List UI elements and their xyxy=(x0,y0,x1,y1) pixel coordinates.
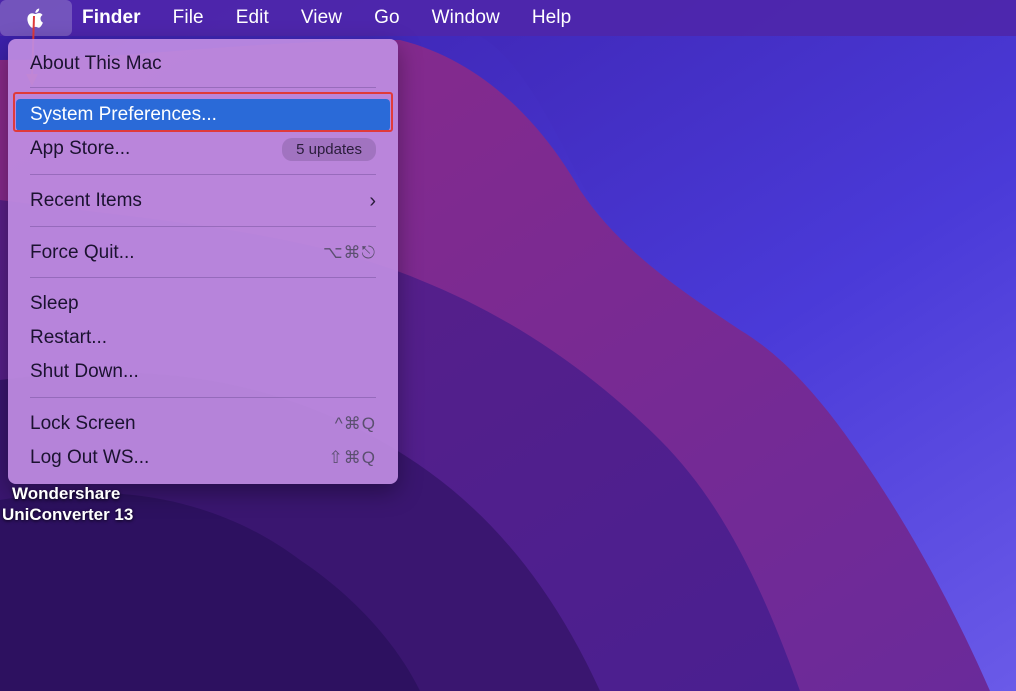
lock-screen-shortcut: ^⌘Q xyxy=(334,414,376,433)
menu-item-label: Shut Down... xyxy=(30,361,139,382)
menu-item-force-quit[interactable]: Force Quit... ⌥⌘⎋ xyxy=(16,237,390,269)
menu-separator xyxy=(30,397,376,398)
menubar-go[interactable]: Go xyxy=(358,0,416,36)
menu-item-app-store[interactable]: App Store... 5 updates xyxy=(16,133,390,165)
menu-item-label: About This Mac xyxy=(30,53,162,74)
apple-dropdown-menu: About This Mac System Preferences... App… xyxy=(8,39,398,484)
menu-separator xyxy=(30,226,376,227)
menubar-edit[interactable]: Edit xyxy=(220,0,285,36)
log-out-shortcut: ⇧⌘Q xyxy=(328,448,376,467)
desktop-icon-label-line2: UniConverter 13 xyxy=(2,505,134,524)
desktop-icon-uniconverter[interactable]: Wondershare UniConverter 13 xyxy=(2,483,172,525)
menu-item-recent-items[interactable]: Recent Items › xyxy=(16,185,390,217)
menu-separator xyxy=(30,87,376,88)
menu-item-label: Force Quit... xyxy=(30,242,135,263)
chevron-right-icon: › xyxy=(369,189,376,212)
menubar-file[interactable]: File xyxy=(157,0,220,36)
force-quit-shortcut: ⌥⌘⎋ xyxy=(322,243,376,262)
menu-item-label: Log Out WS... xyxy=(30,447,150,468)
desktop-icon-label-line1: Wondershare xyxy=(12,484,121,503)
menu-item-restart[interactable]: Restart... xyxy=(16,322,390,354)
menubar-help[interactable]: Help xyxy=(516,0,587,36)
menu-item-sleep[interactable]: Sleep xyxy=(16,288,390,320)
menu-item-shut-down[interactable]: Shut Down... xyxy=(16,356,390,388)
menu-item-lock-screen[interactable]: Lock Screen ^⌘Q xyxy=(16,408,390,440)
menubar-window[interactable]: Window xyxy=(416,0,516,36)
menu-item-label: Sleep xyxy=(30,293,79,314)
menu-item-label: Lock Screen xyxy=(30,413,136,434)
menu-item-about-this-mac[interactable]: About This Mac xyxy=(16,48,390,80)
menu-item-label: Restart... xyxy=(30,327,108,348)
menu-separator xyxy=(30,174,376,175)
menubar-app-finder[interactable]: Finder xyxy=(72,0,157,36)
menu-bar: Finder File Edit View Go Window Help xyxy=(0,0,1016,36)
menu-item-label: App Store... xyxy=(30,138,131,159)
menu-item-label: Recent Items xyxy=(30,190,142,211)
menubar-view[interactable]: View xyxy=(285,0,358,36)
menu-item-log-out[interactable]: Log Out WS... ⇧⌘Q xyxy=(16,442,390,474)
updates-badge: 5 updates xyxy=(282,137,376,161)
menu-separator xyxy=(30,277,376,278)
annotation-highlight-box xyxy=(13,92,393,132)
